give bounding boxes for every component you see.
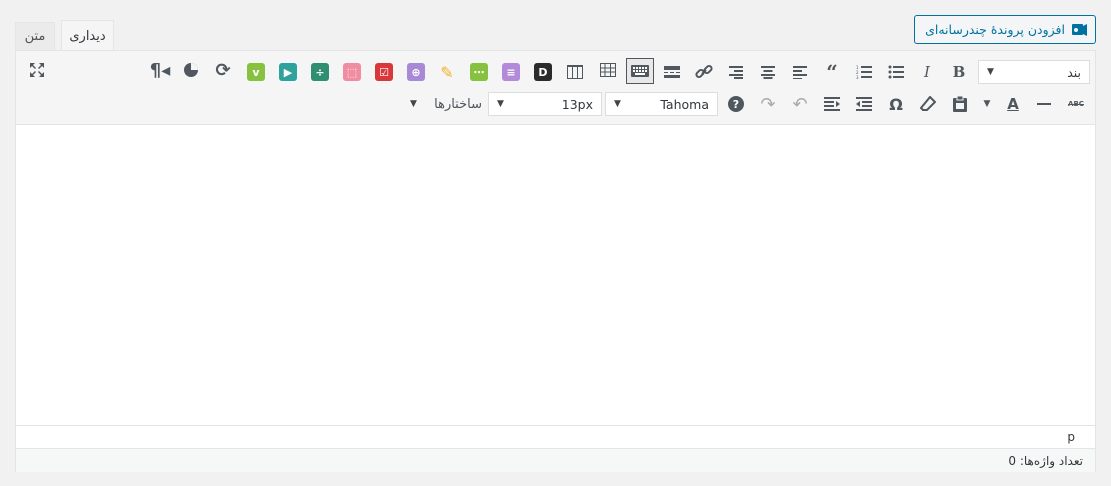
add-media-button[interactable]: افزودن پروندهٔ چندرسانه‌ای <box>914 15 1096 44</box>
list-plugin-button[interactable]: ≡ <box>499 60 523 84</box>
pie-chart-icon <box>184 63 198 77</box>
clipboard-icon <box>953 96 967 112</box>
pilcrow-icon: ¶◂ <box>149 59 171 81</box>
blockquote-button[interactable]: “ <box>820 60 844 84</box>
vimeo-button[interactable]: v <box>244 60 268 84</box>
paste-text-button[interactable] <box>948 92 972 116</box>
refresh-button[interactable]: ⟳ <box>211 58 235 82</box>
columns-icon <box>567 65 583 79</box>
paragraph-direction-button[interactable]: ¶◂ <box>148 58 172 82</box>
fullscreen-button[interactable] <box>25 58 49 82</box>
box-plugin-button[interactable]: ⬚ <box>340 60 364 84</box>
highlighter-button[interactable]: ✎ <box>435 60 459 84</box>
strikethrough-button[interactable]: ABC <box>1064 92 1088 116</box>
box-icon: ⬚ <box>343 63 361 81</box>
align-left-button[interactable] <box>788 60 812 84</box>
more-plugin-button[interactable]: ⋯ <box>467 60 491 84</box>
font-size-select[interactable]: ▼ 13px <box>488 92 602 116</box>
bulleted-list-button[interactable] <box>884 60 908 84</box>
format-select[interactable]: ▼ بند <box>978 60 1090 84</box>
align-center-icon <box>761 66 775 79</box>
word-count: تعداد واژه‌ها: 0 <box>1008 454 1083 468</box>
insert-link-button[interactable] <box>692 60 716 84</box>
align-right-icon <box>729 66 743 79</box>
svg-text:3: 3 <box>856 75 859 79</box>
formats-dropdown[interactable]: ▼ ساختارها <box>406 92 486 116</box>
divider-button[interactable]: ÷ <box>308 60 332 84</box>
indent-button[interactable] <box>820 92 844 116</box>
bulleted-list-icon <box>888 65 904 79</box>
bold-button[interactable]: B <box>947 60 971 84</box>
horizontal-line-icon <box>1037 103 1051 105</box>
tab-visual[interactable]: دیداری <box>61 20 114 51</box>
chart-button[interactable] <box>179 58 203 82</box>
read-more-icon <box>664 66 680 78</box>
redo-icon: ↷ <box>760 93 776 115</box>
numbered-list-button[interactable]: 123 <box>852 60 876 84</box>
divide-icon: ÷ <box>311 63 329 81</box>
link-icon <box>695 64 713 79</box>
keyboard-icon <box>631 65 649 77</box>
outdent-icon <box>856 97 872 111</box>
undo-icon: ↶ <box>792 93 808 115</box>
video-icon: ▶ <box>279 63 297 81</box>
refresh-icon: ⟳ <box>215 59 231 81</box>
table-button[interactable] <box>596 58 620 82</box>
d-icon: D <box>534 63 552 81</box>
status-bar: تعداد واژه‌ها: 0 <box>16 448 1095 472</box>
clear-formatting-button[interactable] <box>916 92 940 116</box>
columns-button[interactable] <box>563 60 587 84</box>
add-media-icon <box>1071 21 1089 39</box>
checkbox-icon: ☑ <box>375 63 393 81</box>
text-color-button[interactable]: A <box>1001 92 1025 116</box>
align-right-button[interactable] <box>724 60 748 84</box>
text-color-dropdown[interactable]: ▼ <box>980 92 994 116</box>
indent-icon <box>824 97 840 111</box>
add-plugin-button[interactable]: ⊕ <box>404 60 428 84</box>
outdent-button[interactable] <box>852 92 876 116</box>
numbered-list-icon: 123 <box>856 65 872 79</box>
editor-content[interactable] <box>16 125 1095 425</box>
checklist-button[interactable]: ☑ <box>372 60 396 84</box>
undo-button[interactable]: ↶ <box>788 92 812 116</box>
read-more-button[interactable] <box>660 60 684 84</box>
d-plugin-button[interactable]: D <box>531 60 555 84</box>
highlighter-icon: ✎ <box>440 62 454 82</box>
table-icon <box>600 63 616 77</box>
special-character-button[interactable]: Ω <box>884 92 908 116</box>
add-media-label: افزودن پروندهٔ چندرسانه‌ای <box>925 22 1065 37</box>
eraser-icon <box>920 96 936 111</box>
editor: ▼ بند B I 123 “ D ≡ ⋯ ✎ ⊕ ☑ ⬚ ÷ ▶ v ⟳ ¶◂… <box>15 50 1096 472</box>
chevron-down-icon: ▼ <box>410 99 417 109</box>
chevron-down-icon: ▼ <box>983 99 991 109</box>
help-button[interactable]: ? <box>724 92 748 116</box>
align-left-icon <box>793 66 807 79</box>
fullscreen-icon <box>30 63 44 77</box>
chevron-down-icon: ▼ <box>614 99 621 109</box>
toolbar-toggle-button[interactable] <box>626 58 654 84</box>
horizontal-line-button[interactable] <box>1032 92 1056 116</box>
video-button[interactable]: ▶ <box>276 60 300 84</box>
plus-circle-icon: ⊕ <box>407 63 425 81</box>
tab-text[interactable]: متن <box>15 22 55 50</box>
help-icon: ? <box>728 96 744 112</box>
italic-button[interactable]: I <box>915 60 939 84</box>
chevron-down-icon: ▼ <box>987 67 994 77</box>
font-family-select[interactable]: ▼ Tahoma <box>605 92 718 116</box>
element-path-bar: p <box>16 425 1095 447</box>
chevron-down-icon: ▼ <box>497 99 504 109</box>
redo-button[interactable]: ↷ <box>756 92 780 116</box>
align-center-button[interactable] <box>756 60 780 84</box>
vimeo-icon: v <box>247 63 265 81</box>
list-icon: ≡ <box>502 63 520 81</box>
path-element[interactable]: p <box>1067 430 1075 444</box>
dots-icon: ⋯ <box>470 63 488 81</box>
editor-toolbar: ▼ بند B I 123 “ D ≡ ⋯ ✎ ⊕ ☑ ⬚ ÷ ▶ v ⟳ ¶◂… <box>16 51 1095 125</box>
